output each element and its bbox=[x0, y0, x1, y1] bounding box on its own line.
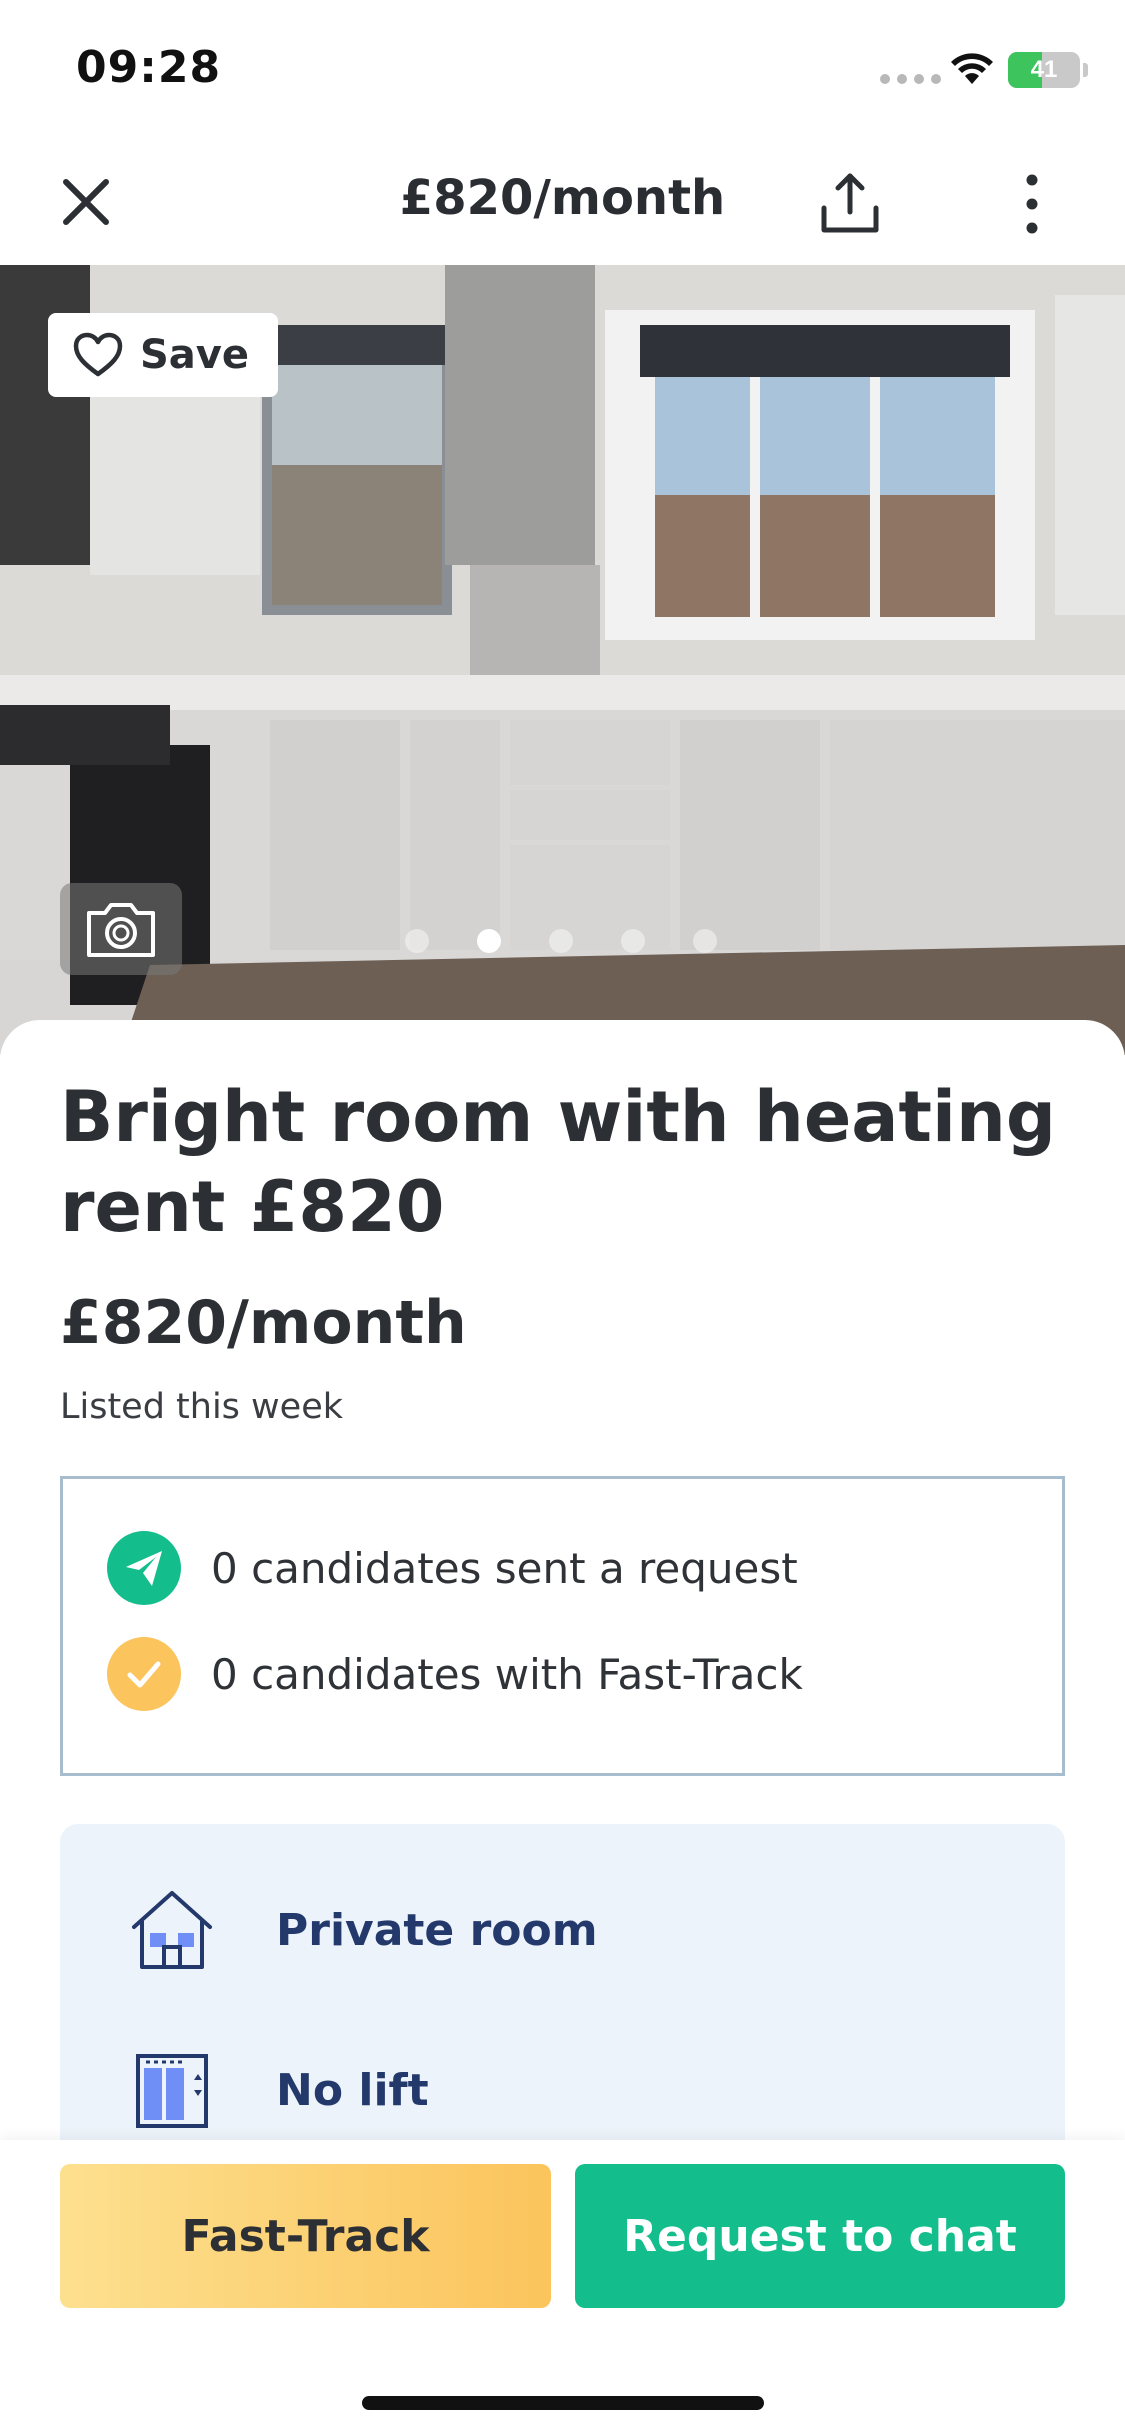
listed-date: Listed this week bbox=[60, 1387, 344, 1427]
wifi-icon bbox=[951, 53, 993, 84]
save-label: Save bbox=[140, 332, 250, 378]
action-bar: Fast-Track Request to chat bbox=[0, 2140, 1125, 2436]
candidate-stats: 0 candidates sent a request 0 candidates… bbox=[60, 1476, 1065, 1776]
listing-details: Bright room with heating rent £820 £820/… bbox=[0, 1020, 1125, 2184]
share-icon[interactable] bbox=[810, 164, 890, 244]
page-dot-active[interactable] bbox=[477, 929, 501, 953]
save-button[interactable]: Save bbox=[48, 313, 278, 397]
listing-photo[interactable]: Save bbox=[0, 265, 1125, 1055]
paper-plane-icon bbox=[107, 1531, 181, 1605]
nav-title: £820/month bbox=[399, 170, 726, 226]
photo-pagination bbox=[405, 929, 717, 953]
feature-no-lift: No lift bbox=[124, 2042, 429, 2138]
page-dot[interactable] bbox=[621, 929, 645, 953]
stat-fast-track-text: 0 candidates with Fast-Track bbox=[211, 1649, 803, 1699]
status-time: 09:28 bbox=[76, 42, 222, 93]
page-dot[interactable] bbox=[693, 929, 717, 953]
feature-no-lift-label: No lift bbox=[276, 2064, 429, 2116]
feature-private-room-label: Private room bbox=[276, 1904, 598, 1956]
battery-level: 41 bbox=[1030, 56, 1058, 83]
home-indicator[interactable] bbox=[362, 2396, 764, 2410]
house-icon bbox=[124, 1882, 220, 1978]
feature-private-room: Private room bbox=[124, 1882, 598, 1978]
nav-bar: £820/month bbox=[0, 140, 1125, 265]
gallery-button[interactable] bbox=[60, 883, 182, 975]
page-dot[interactable] bbox=[549, 929, 573, 953]
stat-requests: 0 candidates sent a request bbox=[107, 1531, 798, 1605]
fast-track-button[interactable]: Fast-Track bbox=[60, 2164, 551, 2308]
room-features: Private room No lift bbox=[60, 1824, 1065, 2184]
status-bar: 09:28 41 bbox=[0, 0, 1125, 140]
camera-icon bbox=[87, 903, 155, 957]
checkmark-icon bbox=[107, 1637, 181, 1711]
cellular-signal-icon bbox=[880, 74, 941, 84]
battery-icon: 41 bbox=[1008, 52, 1080, 88]
stairs-icon bbox=[124, 2042, 220, 2138]
stat-fast-track: 0 candidates with Fast-Track bbox=[107, 1637, 803, 1711]
listing-price: £820/month bbox=[60, 1288, 467, 1358]
stat-requests-text: 0 candidates sent a request bbox=[211, 1543, 798, 1593]
request-to-chat-button[interactable]: Request to chat bbox=[575, 2164, 1065, 2308]
more-options-icon[interactable] bbox=[1000, 164, 1064, 244]
page-dot[interactable] bbox=[405, 929, 429, 953]
heart-icon bbox=[73, 332, 123, 377]
listing-title: Bright room with heating rent £820 bbox=[60, 1076, 1056, 1248]
